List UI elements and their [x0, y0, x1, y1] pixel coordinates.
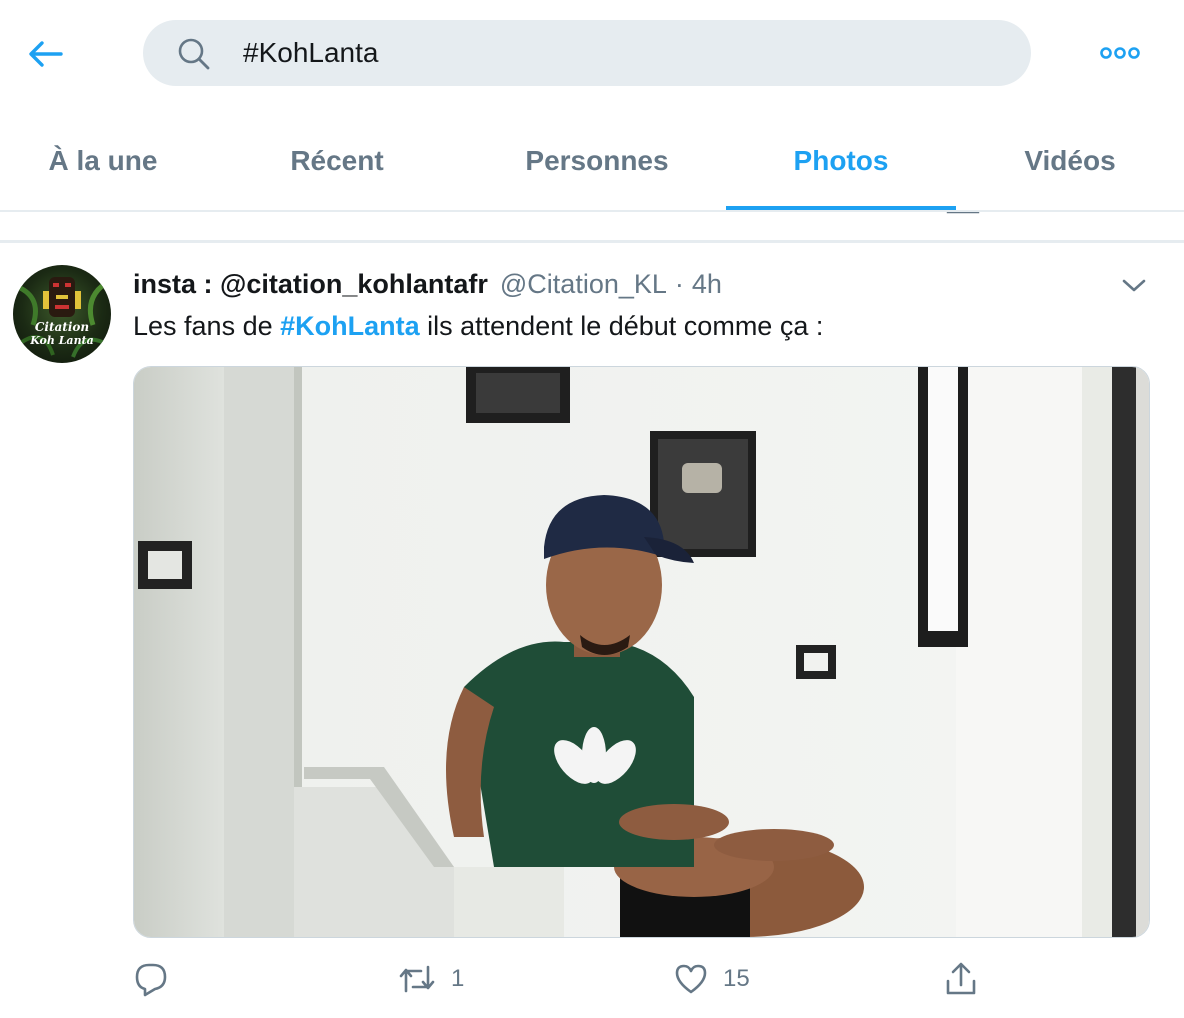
share-icon: [946, 962, 976, 995]
reply-icon: [140, 212, 176, 218]
retweet-button[interactable]: 1: [397, 957, 464, 1001]
tweet-text: Les fans de #KohLanta ils attendent le d…: [133, 311, 823, 342]
retweet-icon: [399, 965, 435, 993]
search-input[interactable]: [243, 32, 943, 74]
hashtag-link[interactable]: #KohLanta: [280, 311, 420, 341]
tweet-text-start: Les fans de: [133, 311, 281, 341]
back-button[interactable]: [22, 32, 70, 76]
tweet-photo[interactable]: [133, 366, 1150, 938]
chevron-down-icon: [1122, 279, 1146, 292]
tweet-timestamp[interactable]: 4h: [692, 269, 722, 300]
retweet-count: 1: [451, 965, 465, 992]
tweet-menu-button[interactable]: [1118, 273, 1150, 299]
share-button[interactable]: [943, 957, 979, 1001]
more-icon: [1100, 47, 1140, 59]
reply-icon: [135, 963, 167, 997]
tweet[interactable]: Citation Koh Lanta insta : @citation_koh…: [0, 243, 1184, 1018]
tab-videos[interactable]: Vidéos: [956, 110, 1184, 212]
previous-tweet-actions: [0, 212, 1184, 242]
reply-button[interactable]: [133, 957, 183, 1001]
search-header: [0, 0, 1184, 110]
tab-top[interactable]: À la une: [0, 110, 206, 212]
photo-illustration: [134, 367, 1149, 937]
search-tabs: À la une Récent Personnes Photos Vidéos: [0, 110, 1184, 212]
svg-text:Koh Lanta: Koh Lanta: [29, 334, 94, 347]
heart-icon: [675, 964, 707, 994]
like-button[interactable]: 15: [673, 957, 750, 1001]
tab-people[interactable]: Personnes: [468, 110, 726, 212]
like-count: 15: [723, 965, 750, 992]
back-arrow-icon: [29, 41, 63, 67]
display-name[interactable]: insta : @citation_kohlantafr: [133, 269, 488, 300]
user-handle[interactable]: @Citation_KL: [500, 269, 667, 300]
search-icon: [178, 38, 210, 70]
retweet-icon: [404, 212, 440, 218]
svg-text:Citation: Citation: [35, 320, 89, 334]
tweet-actions: 1 15: [133, 957, 1150, 1001]
tab-photos[interactable]: Photos: [726, 110, 956, 212]
avatar[interactable]: Citation Koh Lanta: [13, 265, 111, 363]
share-icon: [946, 212, 980, 214]
search-box[interactable]: [143, 20, 1031, 86]
avatar-image: Citation Koh Lanta: [13, 277, 111, 358]
tweet-header: insta : @citation_kohlantafr @Citation_K…: [133, 269, 722, 305]
dot-separator: ·: [674, 269, 684, 299]
twitter-search-page: À la une Récent Personnes Photos Vidéos: [0, 0, 1184, 1018]
tab-latest[interactable]: Récent: [206, 110, 468, 212]
tweet-text-end: ils attendent le début comme ça :: [419, 311, 824, 341]
heart-icon: [676, 212, 712, 218]
more-options-button[interactable]: [1098, 38, 1142, 68]
